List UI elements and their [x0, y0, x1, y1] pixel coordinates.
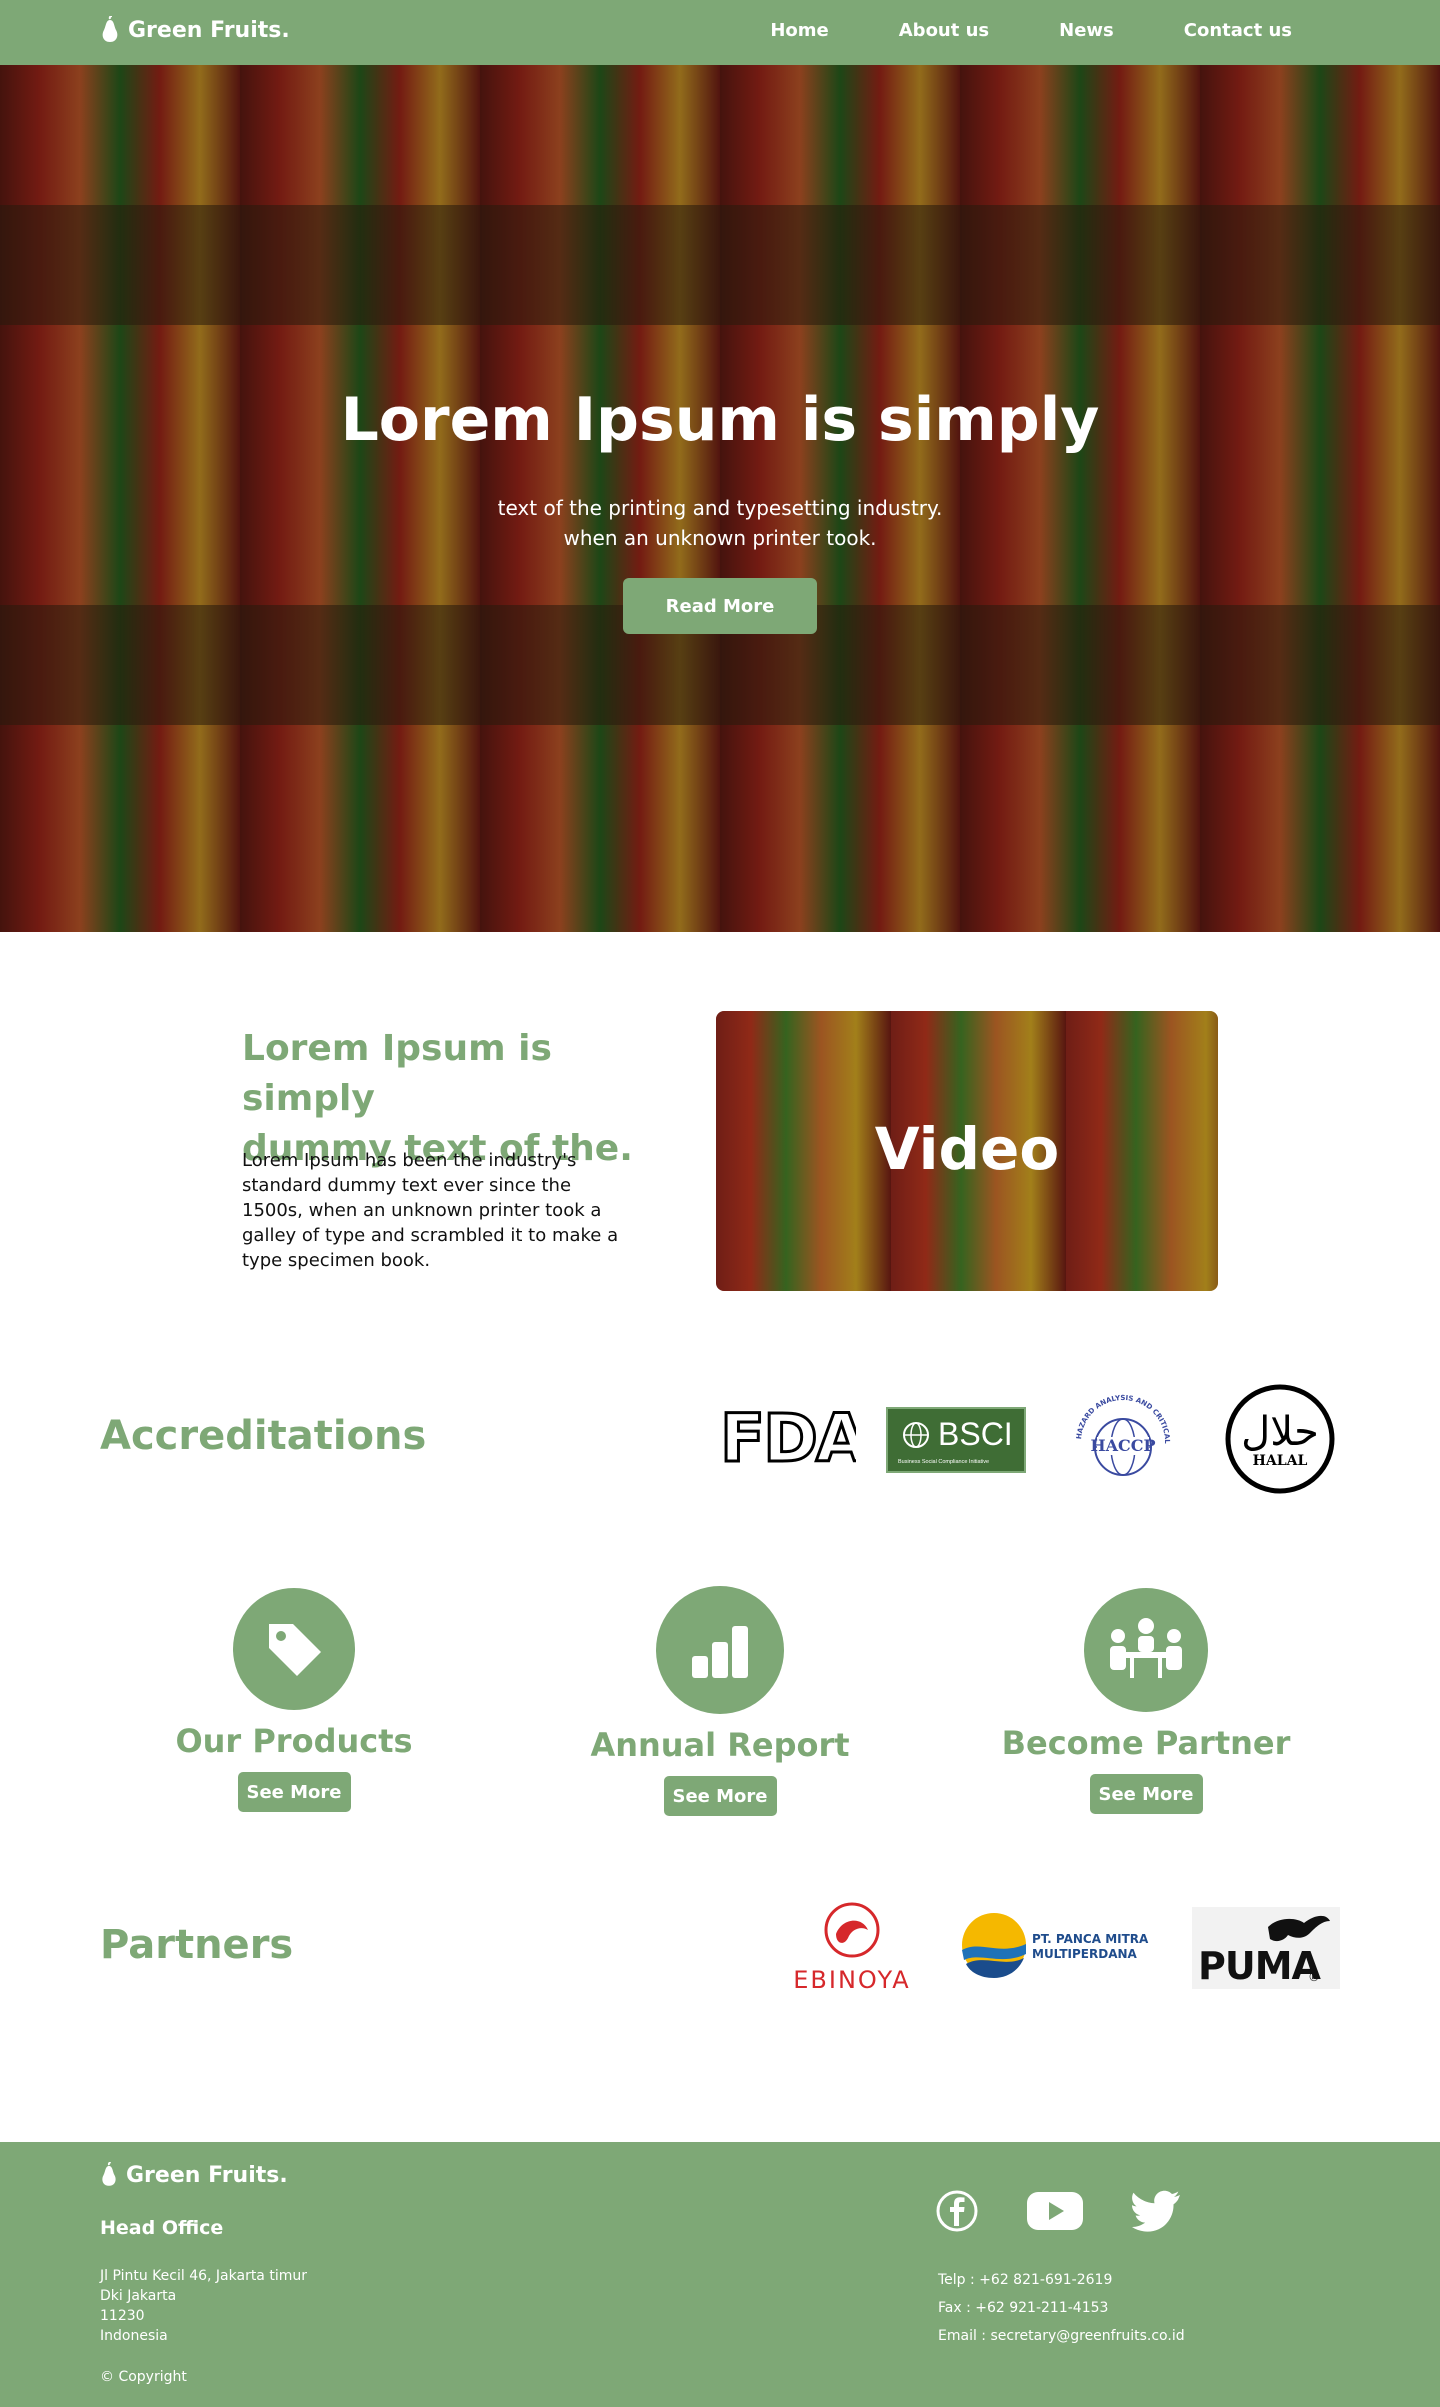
pear-icon [102, 16, 118, 42]
accreditations-title: Accreditations [100, 1413, 427, 1459]
nav-contact[interactable]: Contact us [1184, 20, 1292, 41]
ebinoya-logo: EBINOYA [784, 1900, 920, 1994]
fax-text: Fax : +62 921-211-4153 [938, 2300, 1109, 2316]
feature-our-products: Our Products See More [114, 1588, 474, 1812]
partners-title: Partners [100, 1922, 294, 1968]
address-line: Dki Jakarta [100, 2288, 177, 2304]
fda-logo-text: FDA [720, 1408, 856, 1468]
footer-brand-logo[interactable]: Green Fruits. [100, 2162, 288, 2188]
feature-title: Annual Report [590, 1726, 850, 1764]
feature-annual-report: Annual Report See More [540, 1586, 900, 1816]
video-label: Video [874, 1115, 1060, 1183]
panca-line2: MULTIPERDANA [1032, 1947, 1138, 1961]
email-text[interactable]: Email : secretary@greenfruits.co.id [938, 2322, 1185, 2350]
ebinoya-logo-text: EBINOYA [793, 1966, 910, 1994]
feature-become-partner: Become Partner See More [966, 1588, 1326, 1814]
hero-title: Lorem Ipsum is simply [340, 385, 1100, 455]
nav-news[interactable]: News [1059, 20, 1114, 41]
halal-logo-text: HALAL [1253, 1453, 1308, 1469]
facebook-icon[interactable] [936, 2190, 978, 2232]
puma-logo: PUMA ® [1192, 1907, 1340, 1989]
address-line: Jl Pintu Kecil 46, Jakarta timur [100, 2268, 307, 2284]
main-nav: Home About us News Contact us [700, 20, 1292, 41]
read-more-button[interactable]: Read More [623, 578, 817, 634]
head-office-heading: Head Office [100, 2217, 224, 2239]
halal-script-text: حلال [1241, 1409, 1319, 1455]
telp-text: Telp : +62 821-691-2619 [938, 2272, 1113, 2288]
nav-about[interactable]: About us [899, 20, 989, 41]
about-title-line1: Lorem Ipsum is simply [242, 1028, 552, 1119]
feature-title: Become Partner [1001, 1724, 1291, 1762]
nav-home[interactable]: Home [770, 20, 828, 41]
svg-text:®: ® [1308, 1970, 1320, 1984]
halal-logo: حلال HALAL [1224, 1383, 1336, 1495]
hero-subtitle-line1: text of the printing and typesetting ind… [497, 496, 943, 520]
fda-logo: FDA [720, 1408, 856, 1468]
about-body: Lorem Ipsum has been the industry's stan… [242, 1150, 619, 1271]
copyright: © Copyright [100, 2369, 187, 2385]
haccp-logo: HAZARD ANALYSIS AND CRITICAL CONTROL POI… [1067, 1387, 1179, 1497]
address-line: Indonesia [100, 2328, 168, 2344]
twitter-icon[interactable] [1132, 2190, 1182, 2232]
people-meeting-icon[interactable] [1084, 1588, 1208, 1712]
video-card[interactable]: Video [716, 1011, 1218, 1291]
see-more-button[interactable]: See More [1089, 1774, 1203, 1814]
brand-logo[interactable]: Green Fruits. [100, 16, 290, 44]
hero-banner: Lorem Ipsum is simply text of the printi… [0, 65, 1440, 932]
puma-logo-text: PUMA [1198, 1944, 1322, 1988]
tag-icon[interactable] [233, 1588, 355, 1710]
haccp-logo-text: HACCP [1090, 1436, 1155, 1455]
see-more-button[interactable]: See More [237, 1772, 351, 1812]
see-more-button[interactable]: See More [663, 1776, 777, 1816]
panca-mitra-logo: PT. PANCA MITRA MULTIPERDANA [960, 1910, 1150, 1980]
hero-subtitle: text of the printing and typesetting ind… [0, 493, 1440, 553]
feature-title: Our Products [175, 1722, 413, 1760]
brand-name: Green Fruits. [128, 17, 290, 43]
contact-block: Telp : +62 821-691-2619 Fax : +62 921-21… [938, 2266, 1185, 2350]
address-line: 11230 [100, 2308, 145, 2324]
bsci-logo-subtext: Business Social Compliance Initiative [898, 1459, 989, 1465]
address-block: Jl Pintu Kecil 46, Jakarta timur Dki Jak… [100, 2266, 307, 2346]
hero-subtitle-line2: when an unknown printer took. [563, 526, 877, 550]
bar-chart-icon[interactable] [656, 1586, 784, 1714]
footer-brand-name: Green Fruits. [126, 2162, 288, 2188]
pear-icon [102, 2162, 116, 2186]
panca-line1: PT. PANCA MITRA [1032, 1932, 1149, 1946]
bsci-logo: BSCI Business Social Compliance Initiati… [886, 1407, 1026, 1473]
bsci-logo-text: BSCI [938, 1416, 1013, 1452]
youtube-icon[interactable] [1026, 2190, 1084, 2232]
top-navbar: Green Fruits. Home About us News Contact… [0, 0, 1440, 65]
